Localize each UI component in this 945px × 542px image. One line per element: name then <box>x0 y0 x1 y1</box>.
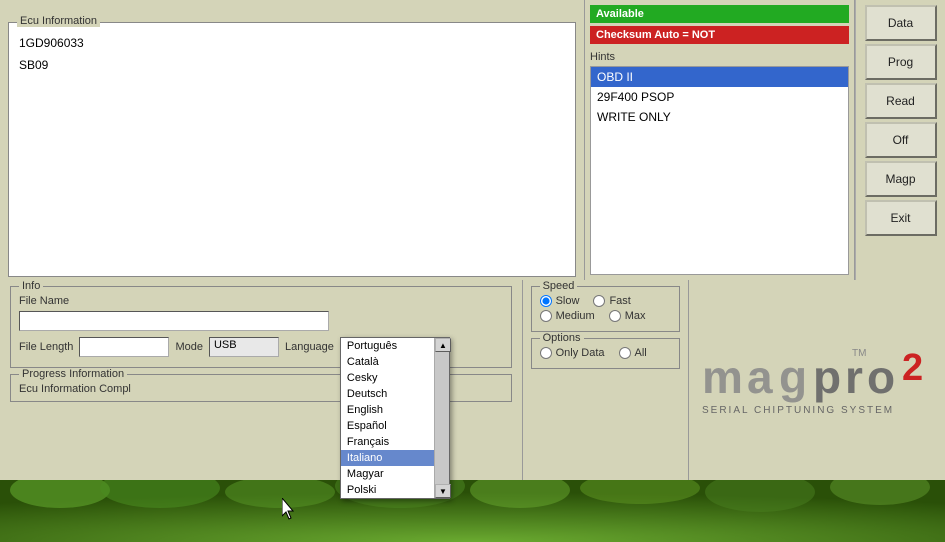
options-only-data-radio[interactable] <box>540 347 552 359</box>
file-name-input[interactable] <box>19 311 329 331</box>
ecu-info-label: Ecu Information <box>17 15 100 27</box>
speed-fast-radio[interactable] <box>593 295 605 307</box>
data-button[interactable]: Data <box>865 5 937 41</box>
hint-item-29f400[interactable]: 29F400 PSOP <box>591 87 848 107</box>
speed-slow-radio[interactable] <box>540 295 552 307</box>
hints-label: Hints <box>590 51 849 63</box>
options-all-label: All <box>635 347 647 359</box>
speed-label: Speed <box>540 280 578 292</box>
dropdown-item-polski[interactable]: Polski <box>341 482 449 498</box>
grass-bar <box>0 480 945 542</box>
scroll-up-arrow[interactable]: ▲ <box>435 338 451 352</box>
dropdown-item-italiano[interactable]: Italiano <box>341 450 449 466</box>
grass-svg <box>0 480 945 542</box>
status-checksum: Checksum Auto = NOT <box>590 26 849 44</box>
mode-label: Mode <box>175 341 203 353</box>
progress-label: Progress Information <box>19 368 127 380</box>
mode-display: USB <box>209 337 279 357</box>
dropdown-item-catala[interactable]: Català <box>341 354 449 370</box>
options-all-radio[interactable] <box>619 347 631 359</box>
speed-fast-label: Fast <box>609 295 630 307</box>
speed-max-radio[interactable] <box>609 310 621 322</box>
language-label: Language <box>285 341 334 353</box>
exit-button[interactable]: Exit <box>865 200 937 236</box>
dropdown-item-deutsch[interactable]: Deutsch <box>341 386 449 402</box>
scroll-track <box>435 352 449 484</box>
svg-text:a: a <box>747 351 773 403</box>
svg-text:SERIAL CHIPTUNING SYSTEM: SERIAL CHIPTUNING SYSTEM <box>702 405 894 416</box>
hint-item-obd[interactable]: OBD II <box>591 67 848 87</box>
info-group-label: Info <box>19 280 43 292</box>
magp-button[interactable]: Magp <box>865 161 937 197</box>
options-label: Options <box>540 332 584 344</box>
svg-text:r: r <box>845 351 863 403</box>
svg-text:g: g <box>779 351 807 403</box>
logo-svg: TM m a g p r o 2 SERIAL CHIPTUNING SYSTE… <box>697 338 937 423</box>
dropdown-item-francais[interactable]: Français <box>341 434 449 450</box>
language-dropdown[interactable]: Português Català Cesky Deutsch English E… <box>340 337 450 499</box>
options-only-data-label: Only Data <box>556 347 605 359</box>
prog-button[interactable]: Prog <box>865 44 937 80</box>
svg-text:2: 2 <box>902 347 923 389</box>
ecu-info-content: 1GD906033 SB09 <box>9 23 575 86</box>
speed-slow-label: Slow <box>556 295 580 307</box>
dropdown-item-espanol[interactable]: Español <box>341 418 449 434</box>
hint-item-write[interactable]: WRITE ONLY <box>591 107 848 127</box>
svg-text:o: o <box>867 351 895 403</box>
file-length-input[interactable] <box>79 337 169 357</box>
svg-text:m: m <box>702 351 743 403</box>
dropdown-item-cesky[interactable]: Cesky <box>341 370 449 386</box>
svg-text:p: p <box>813 351 841 403</box>
file-name-label: File Name <box>19 295 69 307</box>
dropdown-item-english[interactable]: English <box>341 402 449 418</box>
file-length-label: File Length <box>19 341 73 353</box>
dropdown-item-portugues[interactable]: Português <box>341 338 449 354</box>
speed-medium-radio[interactable] <box>540 310 552 322</box>
speed-max-label: Max <box>625 310 646 322</box>
hints-list: OBD II 29F400 PSOP WRITE ONLY <box>590 66 849 275</box>
speed-medium-label: Medium <box>556 310 595 322</box>
off-button[interactable]: Off <box>865 122 937 158</box>
status-available: Available <box>590 5 849 23</box>
read-button[interactable]: Read <box>865 83 937 119</box>
dropdown-item-magyar[interactable]: Magyar <box>341 466 449 482</box>
scroll-down-arrow[interactable]: ▼ <box>435 484 451 498</box>
